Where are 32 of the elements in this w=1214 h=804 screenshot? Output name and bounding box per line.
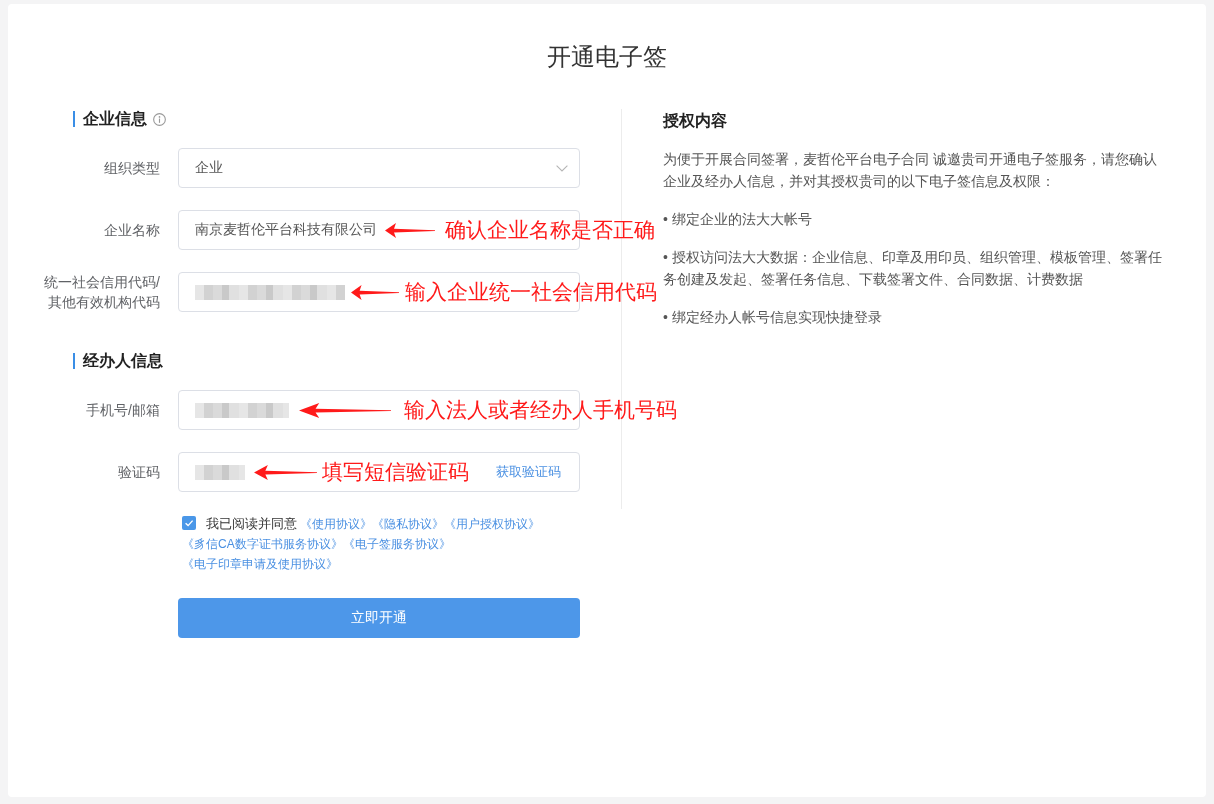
annotation-note: 填写短信验证码 xyxy=(322,459,469,485)
agreement-link[interactable]: 《豸信CA数字证书服务协议》 xyxy=(182,537,343,551)
agreement-link[interactable]: 《用户授权协议》 xyxy=(444,517,541,531)
field-label: 企业名称 xyxy=(103,221,160,240)
authorization-intro: 为便于开展合同签署，麦哲伦平台电子合同 诚邀贵司开通电子签服务，请您确认企业及经办人信息，并对其授权贵司的以下电子签信息及权限： xyxy=(663,150,1158,191)
agreement-link[interactable]: 《电子签服务协议》 xyxy=(342,537,451,551)
field-label: 手机号/邮箱 xyxy=(85,401,160,420)
left-arrow-icon xyxy=(299,402,391,418)
chevron-down-icon xyxy=(556,164,568,172)
authorization-item: • 绑定经办人帐号信息实现快捷登录 xyxy=(663,308,883,327)
page-title: 开通电子签 xyxy=(547,42,667,72)
section-title: 经办人信息 xyxy=(73,353,163,369)
authorization-item: • 绑定企业的法大大帐号 xyxy=(663,210,813,229)
agreement-link[interactable]: 《电子印章申请及使用协议》 xyxy=(182,557,338,571)
authorization-item: • 授权访问法大大数据：企业信息、印章及用印员、组织管理、模板管理、签署任务创建及发起、签署任务信息、下载签署文件、合同数据、计费数据 xyxy=(663,248,1163,289)
section-title: 企业信息 xyxy=(73,111,147,127)
left-arrow-icon xyxy=(254,464,317,480)
select-field[interactable]: 企业 xyxy=(178,148,580,188)
checkbox[interactable] xyxy=(182,516,196,530)
field-label: 组织类型 xyxy=(103,159,160,178)
info-icon[interactable] xyxy=(153,112,166,126)
field-label: 验证码 xyxy=(117,463,160,482)
agreement-link[interactable]: 《隐私协议》 xyxy=(372,517,445,531)
get-code-link[interactable]: 获取验证码 xyxy=(496,463,561,481)
left-arrow-icon xyxy=(351,284,399,300)
left-arrow-icon xyxy=(385,222,435,238)
field-label: 统一社会信用代码/其他有效机构代码 xyxy=(43,273,160,312)
agreement-link[interactable]: 《使用协议》 xyxy=(300,517,373,531)
authorization-title: 授权内容 xyxy=(663,111,728,131)
annotation-note: 输入企业统一社会信用代码 xyxy=(405,279,657,305)
submit-button[interactable]: 立即开通 xyxy=(178,598,580,638)
annotation-note: 输入法人或者经办人手机号码 xyxy=(404,397,677,423)
